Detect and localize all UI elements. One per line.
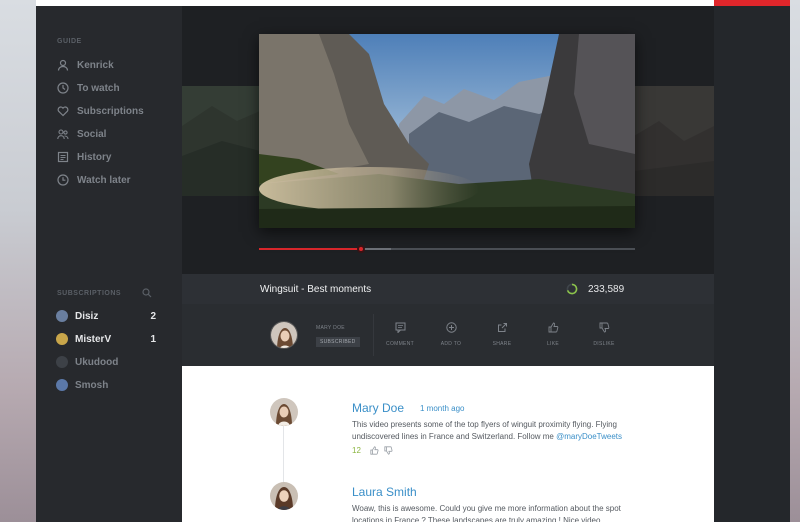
subscription-name: Smosh [75, 379, 109, 391]
sidebar-item-subscriptions[interactable]: Subscriptions [56, 102, 144, 120]
watch-later-icon [56, 173, 70, 187]
video-frame-image [259, 34, 635, 228]
thumbs-up-icon[interactable] [370, 446, 379, 455]
author-name: MARY DOE [316, 325, 345, 331]
action-label: COMMENT [386, 341, 414, 347]
avatar [56, 333, 68, 345]
sidebar: GUIDE Kenrick To watch Subscriptions Soc… [36, 6, 182, 522]
comment-button[interactable]: COMMENT [376, 304, 424, 366]
comment-mention-link[interactable]: @maryDoeTweets [556, 432, 622, 441]
action-label: ADD TO [440, 341, 462, 347]
comment-time: 1 month ago [420, 404, 465, 413]
previous-video-thumbnail[interactable] [182, 86, 260, 196]
history-icon [56, 150, 70, 164]
clock-icon [56, 81, 70, 95]
comment-text: Woaw, this is awesome. Could you give me… [352, 504, 621, 522]
search-icon[interactable] [142, 288, 152, 298]
sidebar-item-watch-later[interactable]: Watch later [56, 171, 131, 189]
divider [373, 314, 374, 356]
sidebar-item-label: History [77, 151, 112, 163]
thumbs-up-icon [548, 322, 558, 333]
sidebar-item-label: Watch later [77, 174, 131, 186]
video-title: Wingsuit - Best moments [260, 284, 372, 295]
avatar [56, 356, 68, 368]
comment-icon [395, 322, 405, 333]
author-avatar[interactable] [270, 321, 298, 349]
share-button[interactable]: SHARE [478, 304, 526, 366]
app-window: GUIDE Kenrick To watch Subscriptions Soc… [36, 0, 790, 522]
thumbs-down-icon[interactable] [384, 446, 393, 455]
subscription-item-ukudood[interactable]: Ukudood [56, 354, 156, 370]
actions-bar: MARY DOE SUBSCRIBED COMMENT ADD TO SHARE… [182, 304, 714, 366]
video-info-bar: Wingsuit - Best moments 233,589 [182, 274, 714, 304]
progress-bar[interactable] [259, 245, 635, 253]
like-button[interactable]: LIKE [529, 304, 577, 366]
action-label: SHARE [492, 341, 512, 347]
sidebar-item-kenrick[interactable]: Kenrick [56, 56, 114, 74]
subscription-name: MisterV [75, 333, 112, 345]
subscription-name: Disiz [75, 310, 99, 322]
sidebar-item-to-watch[interactable]: To watch [56, 79, 120, 97]
guide-section-label: GUIDE [57, 38, 82, 45]
next-video-thumbnail[interactable] [634, 86, 714, 196]
views-ring-icon [566, 283, 578, 295]
share-icon [497, 323, 507, 332]
comments-section: Mary Doe 1 month ago This video presents… [182, 366, 714, 522]
sidebar-item-label: Kenrick [77, 59, 114, 71]
comment-text: This video presents some of the top flye… [352, 419, 652, 443]
sidebar-item-label: To watch [77, 82, 120, 94]
video-player[interactable] [259, 34, 635, 228]
avatar [56, 379, 68, 391]
avatar [56, 310, 68, 322]
thumbs-down-icon [599, 322, 609, 333]
progress-played [259, 248, 361, 250]
progress-handle[interactable] [356, 245, 365, 253]
video-stage [182, 6, 714, 274]
commenter-name[interactable]: Mary Doe [352, 401, 404, 415]
top-bar-accent [714, 0, 790, 6]
heart-icon [56, 104, 70, 118]
people-icon [56, 127, 70, 141]
subscribe-button[interactable]: SUBSCRIBED [316, 337, 360, 347]
sidebar-item-label: Social [77, 128, 107, 140]
subscription-name: Ukudood [75, 356, 119, 368]
add-icon [445, 322, 457, 333]
comment-like-count: 12 [352, 446, 361, 455]
commenter-name[interactable]: Laura Smith [352, 485, 417, 499]
add-to-button[interactable]: ADD TO [427, 304, 475, 366]
action-label: LIKE [546, 341, 560, 347]
view-count: 233,589 [588, 284, 625, 295]
subscriptions-section-label: SUBSCRIPTIONS [57, 290, 122, 297]
action-label: DISLIKE [593, 341, 615, 347]
commenter-avatar[interactable] [270, 482, 298, 510]
sidebar-item-social[interactable]: Social [56, 125, 106, 143]
subscription-item-smosh[interactable]: Smosh [56, 377, 156, 393]
subscription-count: 2 [150, 310, 156, 322]
subscription-item-misterv[interactable]: MisterV 1 [56, 331, 156, 347]
user-icon [56, 58, 70, 72]
sidebar-item-label: Subscriptions [77, 105, 144, 117]
commenter-avatar[interactable] [270, 398, 298, 426]
subscription-item-disiz[interactable]: Disiz 2 [56, 308, 156, 324]
dislike-button[interactable]: DISLIKE [580, 304, 628, 366]
sidebar-item-history[interactable]: History [56, 148, 111, 166]
subscription-count: 1 [150, 333, 156, 345]
